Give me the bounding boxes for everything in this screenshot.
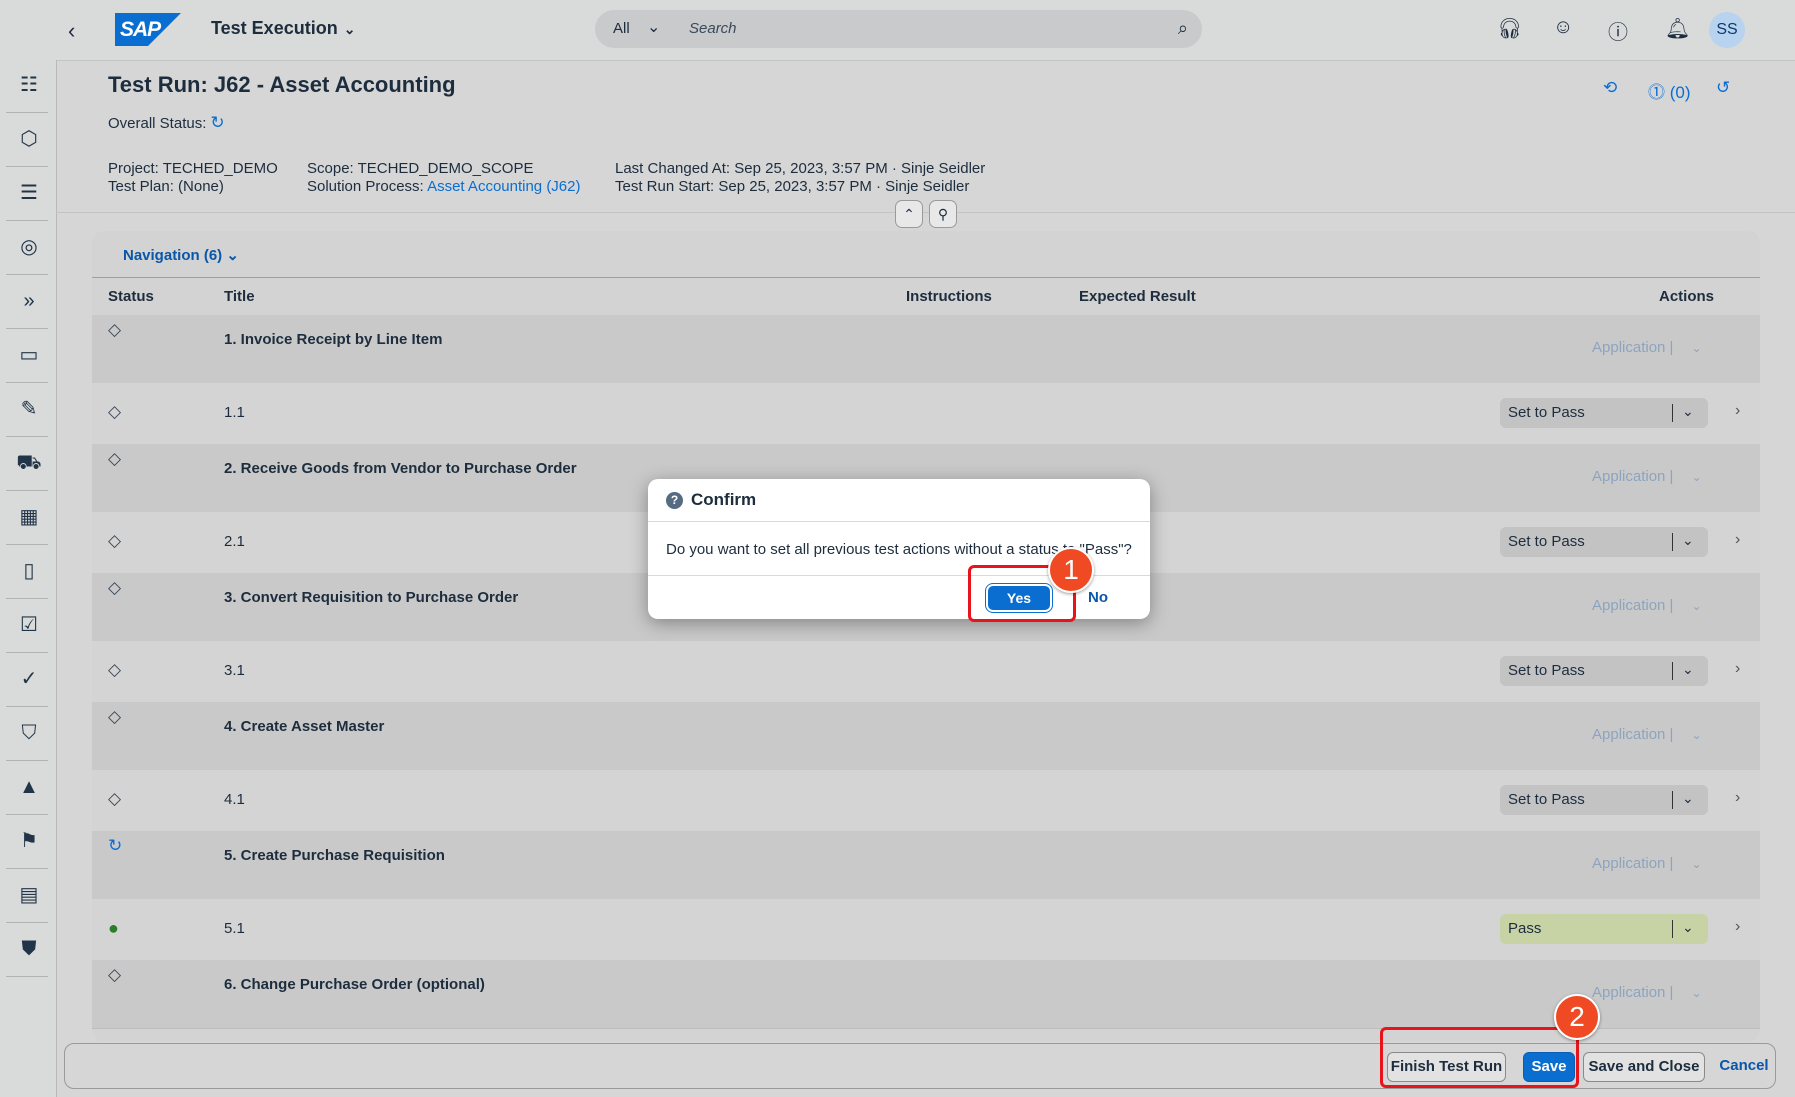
application-menu[interactable]: Application | ⌄ xyxy=(1592,339,1702,356)
callout-badge-2: 2 xyxy=(1554,994,1600,1040)
status-select[interactable]: Set to Pass ⌄ xyxy=(1500,398,1708,428)
application-menu[interactable]: Application | ⌄ xyxy=(1592,597,1702,614)
search-icon[interactable]: ⌕ xyxy=(1178,18,1188,39)
application-menu[interactable]: Application | ⌄ xyxy=(1592,984,1702,1001)
table-row[interactable]: ◇ 1. Invoice Receipt by Line Item Applic… xyxy=(92,315,1760,384)
warning-icon[interactable]: ▲ xyxy=(14,772,44,802)
shell-bar: ‹ SAP Test Execution ⌄ All ⌄ Search ⌕ 🎧︎ … xyxy=(0,0,1795,61)
issues-button[interactable]: ⓵ (0) xyxy=(1648,78,1691,103)
table-row[interactable]: ◇ 3.1 Set to Pass ⌄ › xyxy=(92,641,1760,703)
status-select[interactable]: Set to Pass ⌄ xyxy=(1500,527,1708,557)
history-icon[interactable]: ⟲ xyxy=(1603,78,1617,98)
chevron-right-icon[interactable]: › xyxy=(1735,531,1740,549)
target-icon[interactable]: ◎ xyxy=(14,232,44,262)
chevron-right-icon[interactable]: › xyxy=(1735,660,1740,678)
test-steps-card: Navigation (6) ⌄ Status Title Instructio… xyxy=(92,231,1760,1041)
document-icon[interactable]: ▯ xyxy=(14,556,44,586)
not-started-icon: ◇ xyxy=(108,402,122,421)
not-started-icon: ◇ xyxy=(108,965,122,984)
package-icon[interactable]: ⬡ xyxy=(14,124,44,154)
cancel-button[interactable]: Cancel xyxy=(1716,1052,1772,1080)
analytics-icon[interactable]: ☷ xyxy=(14,70,44,100)
calendar-icon[interactable]: ▦ xyxy=(14,502,44,532)
chevron-down-icon: ⌄ xyxy=(343,21,356,37)
solution-process-link[interactable]: Asset Accounting (J62) xyxy=(427,178,580,195)
chevron-right-icon[interactable]: › xyxy=(1735,789,1740,807)
chevron-down-icon[interactable]: ⌄ xyxy=(647,17,660,37)
feedback-icon[interactable]: ☺ xyxy=(1553,16,1573,39)
application-menu[interactable]: Application | ⌄ xyxy=(1592,855,1702,872)
reset-icon[interactable]: ↺ xyxy=(1716,78,1730,98)
search-scope-select[interactable]: All xyxy=(613,20,630,37)
no-button[interactable]: No xyxy=(1088,589,1108,606)
not-started-icon: ◇ xyxy=(108,531,122,550)
pass-check-icon: ● xyxy=(108,918,119,938)
back-icon[interactable]: ‹ xyxy=(68,18,75,44)
search-bar[interactable]: All ⌄ Search ⌕ xyxy=(595,10,1202,48)
test-icon[interactable]: ✓ xyxy=(14,664,44,694)
app-title-menu[interactable]: Test Execution ⌄ xyxy=(211,18,355,39)
issue-icon: ⓵ xyxy=(1648,83,1665,102)
project-info: Project: TECHED_DEMO Test Plan: (None) xyxy=(108,160,278,195)
clipboard-check-icon[interactable]: ☑ xyxy=(14,610,44,640)
truck-icon[interactable]: ⛟ xyxy=(14,448,44,478)
not-started-icon: ◇ xyxy=(108,449,122,468)
change-info: Last Changed At: Sep 25, 2023, 3:57 PM ·… xyxy=(615,160,986,195)
avatar[interactable]: SS xyxy=(1709,12,1745,48)
question-icon: ? xyxy=(666,492,683,509)
collapse-header-button[interactable]: ⌃ xyxy=(895,200,923,228)
not-started-icon: ◇ xyxy=(108,707,122,726)
status-select[interactable]: Set to Pass ⌄ xyxy=(1500,656,1708,686)
report-icon[interactable]: ▤ xyxy=(14,880,44,910)
edit-icon[interactable]: ✎ xyxy=(14,394,44,424)
chevron-right-icon[interactable]: › xyxy=(1735,918,1740,936)
compliance-icon[interactable]: ⛊ xyxy=(14,934,44,964)
overall-status: Overall Status: ↻ xyxy=(108,113,225,132)
status-select[interactable]: Pass ⌄ xyxy=(1500,914,1708,944)
table-row[interactable]: ◇ 4. Create Asset Master Application | ⌄ xyxy=(92,702,1760,771)
not-started-icon: ◇ xyxy=(108,320,122,339)
search-input[interactable]: Search xyxy=(689,20,737,37)
callout-badge-1: 1 xyxy=(1048,547,1094,593)
scope-info: Scope: TECHED_DEMO_SCOPE Solution Proces… xyxy=(307,160,581,195)
navigation-menu[interactable]: Navigation (6) ⌄ xyxy=(123,246,239,264)
not-started-icon: ◇ xyxy=(108,789,122,808)
not-started-icon: ◇ xyxy=(108,660,122,679)
page-title: Test Run: J62 - Asset Accounting xyxy=(108,72,456,97)
application-menu[interactable]: Application | ⌄ xyxy=(1592,726,1702,743)
status-select[interactable]: Set to Pass ⌄ xyxy=(1500,785,1708,815)
side-navigation: ☷ ⬡ ☰ ◎ » ▭ ✎ ⛟ ▦ ▯ ☑ ✓ ⛉ ▲ ⚑ ▤ ⛊ xyxy=(0,60,57,1097)
bell-icon[interactable]: 🔔︎ xyxy=(1665,16,1690,41)
save-and-close-button[interactable]: Save and Close xyxy=(1583,1052,1705,1082)
pin-header-button[interactable]: ⚲ xyxy=(929,200,957,228)
table-row[interactable]: ● 5.1 Pass ⌄ › xyxy=(92,899,1760,961)
sap-logo[interactable]: SAP xyxy=(115,13,181,46)
table-row[interactable]: ◇ 1.1 Set to Pass ⌄ › xyxy=(92,383,1760,445)
process-icon[interactable]: » xyxy=(14,286,44,316)
not-started-icon: ◇ xyxy=(108,578,122,597)
shield-icon[interactable]: ⛉ xyxy=(14,718,44,748)
help-icon[interactable]: ⓘ xyxy=(1608,16,1628,45)
headset-icon[interactable]: 🎧︎ xyxy=(1497,16,1522,41)
application-menu[interactable]: Application | ⌄ xyxy=(1592,468,1702,485)
chevron-down-icon: ⌄ xyxy=(226,247,239,264)
highlight-finish-save xyxy=(1380,1027,1579,1088)
in-progress-icon: ↻ xyxy=(210,113,225,132)
table-row[interactable]: ◇ 4.1 Set to Pass ⌄ › xyxy=(92,770,1760,832)
table-row[interactable]: ↻ 5. Create Purchase Requisition Applica… xyxy=(92,831,1760,900)
table-header: Status Title Instructions Expected Resul… xyxy=(92,277,1760,316)
flag-icon[interactable]: ⚑ xyxy=(14,826,44,856)
in-progress-icon: ↻ xyxy=(108,836,123,855)
table-row[interactable]: ◇ 6. Change Purchase Order (optional) Ap… xyxy=(92,960,1760,1029)
chevron-right-icon[interactable]: › xyxy=(1735,402,1740,420)
dialog-title: Confirm xyxy=(691,490,757,509)
release-icon[interactable]: ▭ xyxy=(14,340,44,370)
checklist-icon[interactable]: ☰ xyxy=(14,178,44,208)
